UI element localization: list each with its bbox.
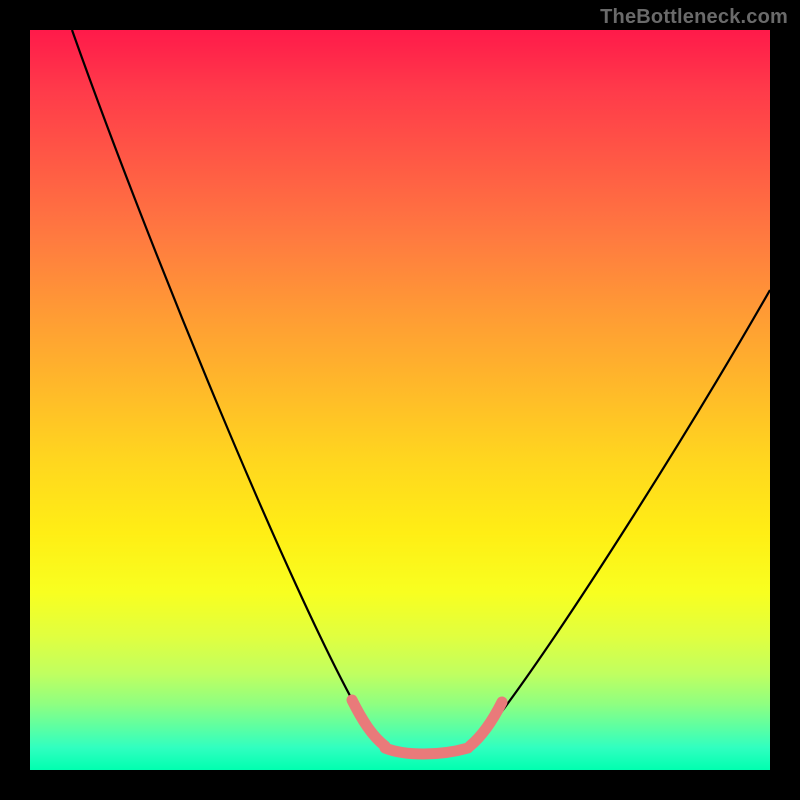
chart-svg xyxy=(30,30,770,770)
plot-area xyxy=(30,30,770,770)
pink-segment-right xyxy=(470,702,502,746)
chart-container: TheBottleneck.com xyxy=(0,0,800,800)
pink-segment-bottom xyxy=(385,748,468,754)
watermark-text: TheBottleneck.com xyxy=(600,6,788,29)
curve-path xyxy=(72,30,770,754)
pink-segment-left xyxy=(352,700,385,746)
